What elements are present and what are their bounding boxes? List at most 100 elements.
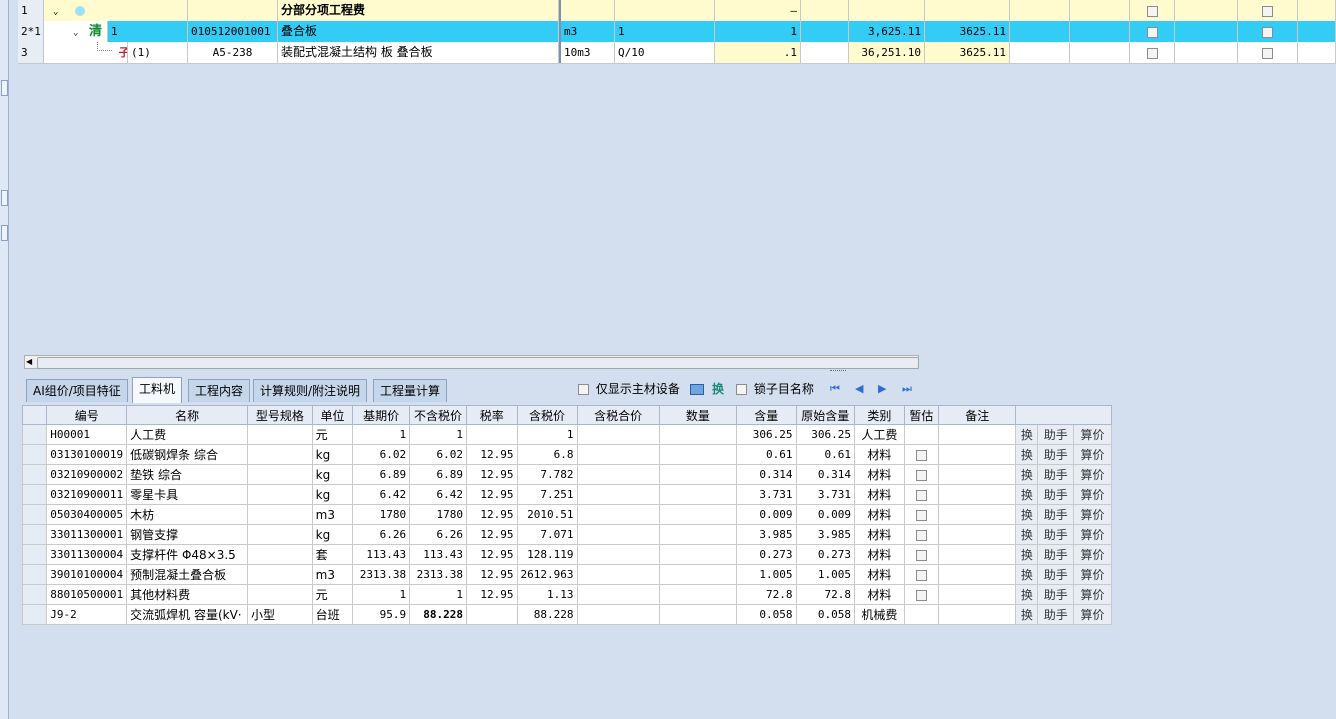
quantity-cell[interactable]: [658, 544, 738, 565]
swap-button[interactable]: 换: [1015, 504, 1039, 525]
col-header[interactable]: 名称: [126, 405, 249, 425]
estimate-cell[interactable]: [903, 584, 940, 605]
tax-rate-cell[interactable]: [465, 604, 518, 625]
remark-cell[interactable]: [938, 544, 1017, 565]
estimate-cell[interactable]: [903, 464, 940, 485]
remark-cell[interactable]: [938, 504, 1017, 525]
helper-button[interactable]: 助手: [1037, 564, 1075, 585]
code-cell[interactable]: 33011300001: [46, 524, 128, 545]
qty-cell[interactable]: –: [715, 0, 801, 21]
only-main-material-checkbox[interactable]: [578, 384, 589, 395]
calc-price-button[interactable]: 算价: [1073, 484, 1112, 505]
content-cell[interactable]: 0.61: [736, 444, 797, 465]
content-cell[interactable]: 0.009: [736, 504, 797, 525]
original-content-cell[interactable]: 0.273: [795, 544, 856, 565]
col-header[interactable]: 不含税价: [409, 405, 467, 425]
expr-cell[interactable]: 1: [615, 21, 715, 42]
index-cell[interactable]: (1): [128, 42, 188, 63]
tax-inclusive-price-cell[interactable]: 128.119: [516, 544, 578, 565]
estimate-checkbox[interactable]: [915, 529, 927, 541]
estimate-checkbox[interactable]: [915, 449, 927, 461]
tab-labor-material-machine[interactable]: 工料机: [132, 377, 183, 403]
content-cell[interactable]: 3.731: [736, 484, 797, 505]
content-cell[interactable]: 0.314: [736, 464, 797, 485]
remark-cell[interactable]: [938, 584, 1017, 605]
tax-rate-cell[interactable]: 12.95: [465, 564, 518, 585]
unit-cell[interactable]: kg: [311, 524, 354, 545]
spec-cell[interactable]: [247, 524, 313, 545]
calc-price-button[interactable]: 算价: [1073, 604, 1112, 625]
unit-cell[interactable]: [559, 0, 615, 21]
col-header[interactable]: 类别: [854, 405, 905, 425]
base-price-cell[interactable]: 95.9: [352, 604, 411, 625]
qty-cell[interactable]: .1: [715, 42, 801, 63]
unit-cell[interactable]: m3: [311, 504, 354, 525]
helper-button[interactable]: 助手: [1037, 584, 1075, 605]
category-cell[interactable]: 材料: [854, 464, 905, 485]
original-content-cell[interactable]: 0.61: [795, 444, 856, 465]
table-row[interactable]: 03210900011 零星卡具 kg 6.42 6.42 12.95 7.251 3.731…: [21, 484, 1112, 505]
tax-inclusive-total-cell[interactable]: [576, 544, 660, 565]
quantity-cell[interactable]: [658, 524, 738, 545]
first-record-icon[interactable]: ⏮: [830, 381, 840, 397]
grid-row[interactable]: 3 子 (1) A5-238 装配式混凝土结构 板 叠合板 10m3 Q/10 …: [18, 42, 1336, 64]
helper-button[interactable]: 助手: [1037, 524, 1075, 545]
base-price-cell[interactable]: 1: [352, 424, 411, 445]
estimate-checkbox[interactable]: [915, 509, 927, 521]
tax-inclusive-total-cell[interactable]: [576, 464, 660, 485]
spec-cell[interactable]: [247, 464, 313, 485]
original-content-cell[interactable]: 0.009: [795, 504, 856, 525]
original-content-cell[interactable]: 3.731: [795, 484, 856, 505]
category-cell[interactable]: 材料: [854, 544, 905, 565]
spec-cell[interactable]: [247, 444, 313, 465]
estimate-cell[interactable]: [903, 604, 940, 625]
calc-price-button[interactable]: 算价: [1073, 424, 1112, 445]
name-cell[interactable]: 支撑杆件 Φ48×3.5: [126, 544, 249, 565]
category-cell[interactable]: 人工费: [854, 424, 905, 445]
tab-work-content[interactable]: 工程内容: [188, 379, 251, 402]
col-header[interactable]: 含税价: [516, 405, 578, 425]
tab-ai-pricing[interactable]: AI组价/项目特征: [26, 379, 128, 402]
unit-cell[interactable]: m3: [311, 564, 354, 585]
scroll-left-icon[interactable]: ◀: [26, 356, 32, 368]
swap-button[interactable]: 换: [1015, 464, 1039, 485]
helper-button[interactable]: 助手: [1037, 504, 1075, 525]
quantity-cell[interactable]: [658, 424, 738, 445]
row-header[interactable]: [21, 544, 48, 565]
expr-cell[interactable]: Q/10: [615, 42, 715, 63]
quantity-cell[interactable]: [658, 584, 738, 605]
spec-cell[interactable]: [247, 564, 313, 585]
row-checkbox[interactable]: [1262, 47, 1273, 59]
swap-button[interactable]: 换: [1015, 524, 1039, 545]
helper-button[interactable]: 助手: [1037, 444, 1075, 465]
table-row[interactable]: 39010100004 预制混凝土叠合板 m3 2313.38 2313.38 12.95…: [21, 564, 1112, 585]
content-cell[interactable]: 306.25: [736, 424, 797, 445]
pre-tax-price-cell[interactable]: 1: [409, 584, 467, 605]
price-cell[interactable]: 36,251.10: [849, 42, 925, 63]
tax-inclusive-total-cell[interactable]: [576, 524, 660, 545]
row-header[interactable]: [21, 484, 48, 505]
row-header[interactable]: [21, 604, 48, 625]
spec-cell[interactable]: [247, 584, 313, 605]
estimate-cell[interactable]: [903, 444, 940, 465]
row-checkbox[interactable]: [1262, 5, 1273, 17]
tax-rate-cell[interactable]: 12.95: [465, 464, 518, 485]
code-cell[interactable]: 010512001001: [188, 21, 278, 42]
total-cell[interactable]: 3625.11: [925, 42, 1010, 63]
remark-cell[interactable]: [938, 604, 1017, 625]
calc-price-button[interactable]: 算价: [1073, 444, 1112, 465]
estimate-checkbox[interactable]: [915, 469, 927, 481]
next-record-icon[interactable]: ▶: [878, 381, 886, 397]
name-cell[interactable]: 垫铁 综合: [126, 464, 249, 485]
helper-button[interactable]: 助手: [1037, 464, 1075, 485]
table-row[interactable]: 88010500001 其他材料费元 1 1 12.95 1.13 72.8 72.8 材料换助…: [21, 584, 1112, 605]
pre-tax-price-cell[interactable]: 1: [409, 424, 467, 445]
name-cell[interactable]: 分部分项工程费: [278, 0, 559, 21]
code-cell[interactable]: A5-238: [188, 42, 278, 63]
base-price-cell[interactable]: 1780: [352, 504, 411, 525]
quantity-cell[interactable]: [658, 604, 738, 625]
name-cell[interactable]: 预制混凝土叠合板: [126, 564, 249, 585]
base-price-cell[interactable]: 1: [352, 584, 411, 605]
index-cell[interactable]: 1: [108, 21, 188, 42]
col-header[interactable]: 暂估: [903, 405, 940, 425]
